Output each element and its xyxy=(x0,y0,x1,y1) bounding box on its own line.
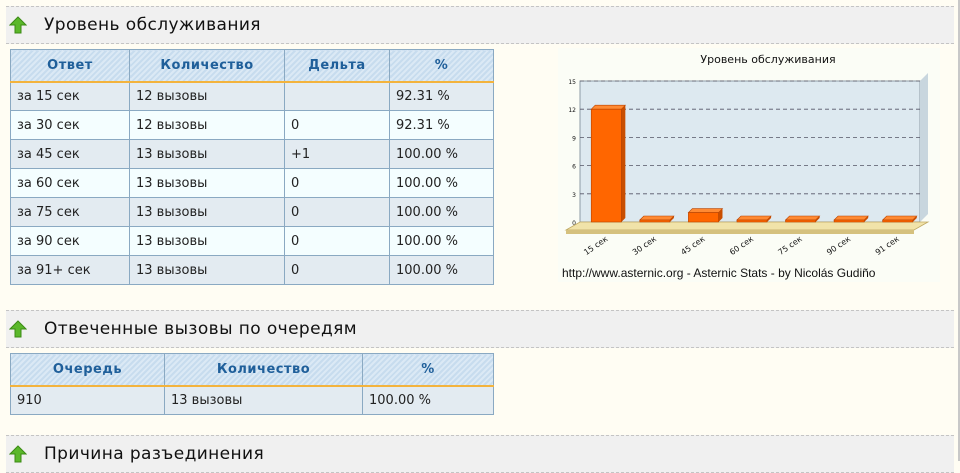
bar-top xyxy=(590,104,627,110)
table-cell xyxy=(284,81,390,111)
bar xyxy=(882,219,914,223)
table-cell: 92.31 % xyxy=(389,110,494,140)
bar-chart: Уровень обслуживания0369121515 сек 30 сек… xyxy=(564,53,930,257)
bar-top xyxy=(736,215,772,221)
table-row: за 15 сек 12 вызовы 92.31 % xyxy=(10,81,494,111)
y-tick-label: 12 xyxy=(568,107,576,114)
bar xyxy=(590,108,622,223)
bar-top xyxy=(833,215,869,221)
column-header[interactable]: Количество xyxy=(164,353,363,387)
x-tick-label: 30 сек xyxy=(631,234,658,257)
bar xyxy=(833,219,865,223)
table-cell: 12 вызовы xyxy=(129,110,285,140)
table-row: 910 13 вызовы 100.00 % xyxy=(10,385,494,415)
table-cell: за 75 сек xyxy=(10,197,130,227)
table-cell: 13 вызовы xyxy=(129,197,285,227)
table-cell: 100.00 % xyxy=(362,385,494,415)
table-row: за 45 сек 13 вызовы +1 100.00 % xyxy=(10,139,494,169)
table-cell: за 15 сек xyxy=(10,81,130,111)
table-row: за 60 сек 13 вызовы 0 100.00 % xyxy=(10,168,494,198)
table-cell: 13 вызовы xyxy=(164,385,363,415)
table-cell: 100.00 % xyxy=(389,255,494,285)
table-cell: 0 xyxy=(284,255,390,285)
table-cell: 13 вызовы xyxy=(129,226,285,256)
table-cell: 100.00 % xyxy=(389,139,494,169)
queue-table: Очередь Количество% 910 13 вызовы 100.00 % xyxy=(10,353,494,415)
service-level-table: Ответ Количество Дельта% за 15 сек 12 вызов… xyxy=(10,49,494,285)
table-cell: 0 xyxy=(284,197,390,227)
section-header-service-level: Уровень обслуживания xyxy=(6,6,954,44)
chart-credit: http://www.asternic.org - Asternic Stats… xyxy=(562,266,876,280)
plot-area xyxy=(579,80,921,223)
x-tick-label: 90 сек xyxy=(825,234,852,257)
table-row: за 90 сек 13 вызовы 0 100.00 % xyxy=(10,226,494,256)
y-tick-label: 15 xyxy=(568,79,576,86)
column-header[interactable]: Количество xyxy=(129,49,285,83)
table-cell: за 45 сек xyxy=(10,139,130,169)
column-header[interactable]: % xyxy=(362,353,494,387)
section-title: Причина разъединения xyxy=(44,444,265,464)
table-cell: за 30 сек xyxy=(10,110,130,140)
x-tick-label: 75 сек xyxy=(777,234,804,257)
table-row: за 75 сек 13 вызовы 0 100.00 % xyxy=(10,197,494,227)
bar-side xyxy=(621,105,626,222)
table-cell: 13 вызовы xyxy=(129,139,285,169)
x-tick-label: 15 сек xyxy=(582,234,609,257)
service-level-chart: Уровень обслуживания 0 3 6 9 12 15 15 сек 30 сек… xyxy=(558,48,940,282)
chart-floor xyxy=(564,221,930,231)
table-cell: 0 xyxy=(284,168,390,198)
table-cell: 13 вызовы xyxy=(129,168,285,198)
table-cell: +1 xyxy=(284,139,390,169)
x-tick-label: 91 сек xyxy=(874,234,901,257)
green-up-arrow-icon xyxy=(9,16,27,34)
section-title: Отвеченные вызовы по очередям xyxy=(44,319,357,339)
x-tick-label: 45 сек xyxy=(679,234,706,257)
table-cell: 910 xyxy=(10,385,165,415)
bar-top xyxy=(687,208,724,213)
chart-floor-front xyxy=(566,230,914,234)
bar xyxy=(736,219,768,223)
chart-title: Уровень обслуживания xyxy=(700,53,835,66)
column-header[interactable]: Очередь xyxy=(10,353,165,387)
table-cell: 100.00 % xyxy=(389,168,494,198)
table-cell: 92.31 % xyxy=(389,81,494,111)
y-tick-label: 3 xyxy=(572,192,576,199)
column-header[interactable]: Ответ xyxy=(10,49,130,83)
table-cell: за 91+ сек xyxy=(10,255,130,285)
table-cell: 100.00 % xyxy=(389,226,494,256)
y-tick-label: 9 xyxy=(572,135,576,142)
bar xyxy=(688,212,719,223)
bar xyxy=(785,219,816,223)
section-title: Уровень обслуживания xyxy=(44,15,261,35)
section-header-disconnect-cause: Причина разъединения xyxy=(6,435,954,473)
section-header-answered-by-queue: Отвеченные вызовы по очередям xyxy=(6,310,954,348)
table-cell: 100.00 % xyxy=(389,197,494,227)
bar-top xyxy=(639,215,675,221)
green-up-arrow-icon xyxy=(9,320,27,338)
table-cell: за 60 сек xyxy=(10,168,130,198)
y-tick-label: 6 xyxy=(572,164,576,171)
table-row: за 30 сек 12 вызовы 0 92.31 % xyxy=(10,110,494,140)
table-cell: 0 xyxy=(284,110,390,140)
plot-side-wall xyxy=(920,73,928,222)
table-row: за 91+ сек 13 вызовы 0 100.00 % xyxy=(10,255,494,285)
bar-top xyxy=(784,215,821,221)
table-cell: 13 вызовы xyxy=(129,255,285,285)
column-header[interactable]: % xyxy=(389,49,494,83)
column-header[interactable]: Дельта xyxy=(284,49,390,83)
table-cell: 12 вызовы xyxy=(129,81,285,111)
green-up-arrow-icon xyxy=(9,445,27,463)
table-cell: 0 xyxy=(284,226,390,256)
bar xyxy=(639,219,671,223)
x-tick-label: 60 сек xyxy=(728,234,755,257)
table-cell: за 90 сек xyxy=(10,226,130,256)
bar-top xyxy=(881,215,918,221)
